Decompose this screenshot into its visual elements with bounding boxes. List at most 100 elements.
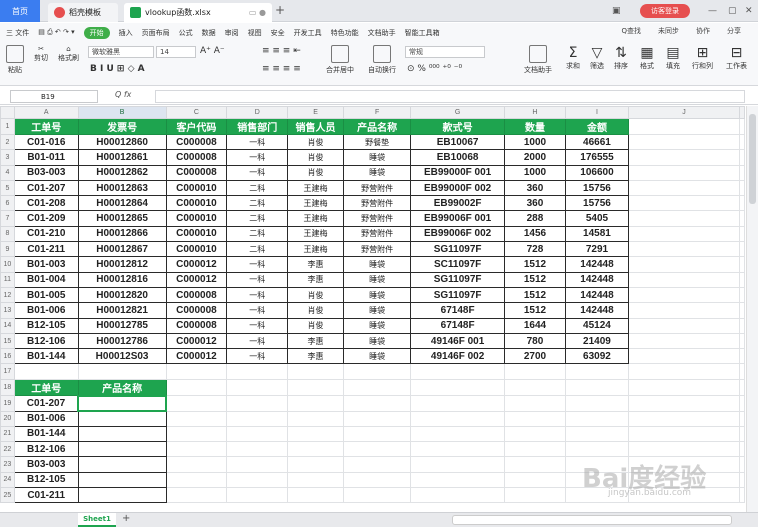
header-cell[interactable]: 销售部门 — [226, 118, 289, 135]
row-header[interactable]: 14 — [0, 317, 15, 334]
cell[interactable] — [342, 363, 412, 380]
row-header[interactable]: 11 — [0, 271, 15, 288]
data-cell[interactable]: 142448 — [564, 271, 629, 288]
search-button[interactable]: Q查找 — [621, 26, 641, 36]
cell[interactable] — [739, 302, 745, 319]
row-header[interactable]: 1 — [0, 118, 15, 135]
lookup-result-cell[interactable] — [77, 471, 167, 489]
cell[interactable] — [739, 348, 745, 365]
cell[interactable] — [410, 471, 505, 489]
data-cell[interactable]: 1512 — [503, 256, 566, 273]
cell[interactable] — [77, 363, 167, 380]
cut-button[interactable]: ✂ 剪切 — [34, 45, 48, 63]
data-cell[interactable]: B01-006 — [13, 302, 79, 319]
cell[interactable] — [342, 378, 412, 397]
sum-button[interactable]: Σ 求和 — [566, 45, 580, 71]
sort-button[interactable]: ⇅ 排序 — [614, 45, 628, 71]
column-header[interactable]: C — [165, 106, 228, 119]
data-cell[interactable]: C000012 — [165, 271, 228, 288]
data-cell[interactable]: EB10068 — [410, 149, 505, 166]
cell[interactable] — [503, 441, 566, 458]
cell[interactable] — [165, 456, 228, 473]
menu-view[interactable]: 视图 — [248, 28, 262, 38]
data-cell[interactable]: 45124 — [564, 317, 629, 334]
cell[interactable] — [165, 425, 228, 443]
minimize-button[interactable]: — — [708, 3, 717, 19]
data-cell[interactable]: C01-207 — [13, 179, 79, 197]
row-header[interactable]: 12 — [0, 286, 15, 304]
menu-file[interactable]: 三 文件 — [6, 28, 29, 38]
lookup-id-cell[interactable]: B03-003 — [13, 456, 79, 473]
column-header[interactable]: F — [342, 106, 412, 119]
doc-assistant-button[interactable]: 文档助手 — [524, 45, 552, 75]
cell[interactable] — [739, 149, 745, 166]
data-cell[interactable]: H00012816 — [77, 271, 167, 288]
data-cell[interactable]: 野营附件 — [342, 225, 412, 243]
data-cell[interactable]: 1512 — [503, 302, 566, 319]
align-buttons[interactable]: ≡ ≡ ≡ ≡ — [262, 64, 301, 74]
header-cell[interactable]: 产品名称 — [342, 118, 412, 135]
cell[interactable] — [287, 410, 344, 427]
sync-status[interactable]: 未同步 — [658, 26, 679, 36]
tab-options-icon[interactable]: ▭ ● — [249, 8, 266, 17]
data-cell[interactable]: H00012786 — [77, 332, 167, 350]
paste-button[interactable]: 粘贴 — [6, 45, 24, 75]
cell[interactable] — [287, 425, 344, 443]
data-cell[interactable]: 49146F 001 — [410, 332, 505, 350]
data-cell[interactable]: 46661 — [564, 133, 629, 151]
data-cell[interactable]: 142448 — [564, 302, 629, 319]
cell[interactable] — [342, 471, 412, 489]
cell[interactable] — [739, 118, 745, 135]
cell-table[interactable]: A B C D E F G H I J 1 工单号 发票号 客户代码 销售部门 销售人员 产品名称 款式号 数量 金额… — [0, 106, 745, 504]
cell[interactable] — [226, 378, 289, 397]
new-tab-button[interactable]: + — [275, 3, 285, 17]
data-cell[interactable]: B12-106 — [13, 332, 79, 350]
cell[interactable] — [342, 395, 412, 412]
data-cell[interactable]: C000008 — [165, 317, 228, 334]
data-cell[interactable]: 肖俊 — [287, 302, 344, 319]
data-cell[interactable]: 一科 — [226, 332, 289, 350]
column-header[interactable] — [739, 106, 745, 119]
cell[interactable] — [226, 395, 289, 412]
cell[interactable] — [564, 395, 629, 412]
row-header[interactable]: 13 — [0, 302, 15, 319]
data-cell[interactable]: 睡袋 — [342, 332, 412, 350]
cell[interactable] — [410, 425, 505, 443]
header-cell[interactable]: 金额 — [564, 118, 629, 135]
data-cell[interactable]: C01-211 — [13, 241, 79, 258]
data-cell[interactable]: C000010 — [165, 195, 228, 212]
cell[interactable] — [503, 471, 566, 489]
data-cell[interactable]: 睡袋 — [342, 348, 412, 365]
cell[interactable] — [287, 487, 344, 504]
data-cell[interactable]: 一科 — [226, 256, 289, 273]
data-cell[interactable]: 106600 — [564, 164, 629, 181]
cell[interactable] — [287, 395, 344, 412]
data-cell[interactable]: 二科 — [226, 179, 289, 197]
data-cell[interactable]: 李惠 — [287, 348, 344, 365]
data-cell[interactable]: 142448 — [564, 256, 629, 273]
data-cell[interactable]: 二科 — [226, 195, 289, 212]
data-cell[interactable]: 1000 — [503, 133, 566, 151]
tab-template[interactable]: 稻壳模板 — [48, 3, 118, 22]
data-cell[interactable]: 67148F — [410, 302, 505, 319]
close-button[interactable]: ✕ — [745, 3, 753, 19]
cell[interactable] — [226, 471, 289, 489]
tab-file[interactable]: vlookup函数.xlsx ▭ ● — [124, 3, 272, 22]
data-cell[interactable]: 一科 — [226, 271, 289, 288]
data-cell[interactable]: 1512 — [503, 286, 566, 304]
header-cell[interactable]: 客户代码 — [165, 118, 228, 135]
fx-icon[interactable]: Q fx — [115, 90, 131, 99]
column-header[interactable]: J — [627, 106, 741, 119]
cell[interactable] — [165, 471, 228, 489]
cell[interactable] — [739, 286, 745, 304]
data-cell[interactable]: 李惠 — [287, 256, 344, 273]
cell[interactable] — [627, 271, 741, 288]
row-header[interactable]: 18 — [0, 378, 15, 397]
cell[interactable] — [739, 241, 745, 258]
formula-input[interactable] — [155, 90, 745, 103]
data-cell[interactable]: 360 — [503, 195, 566, 212]
data-cell[interactable]: C000008 — [165, 286, 228, 304]
number-format-select[interactable]: 常规 — [405, 46, 485, 58]
cell[interactable] — [739, 271, 745, 288]
menu-insert[interactable]: 插入 — [119, 28, 133, 38]
